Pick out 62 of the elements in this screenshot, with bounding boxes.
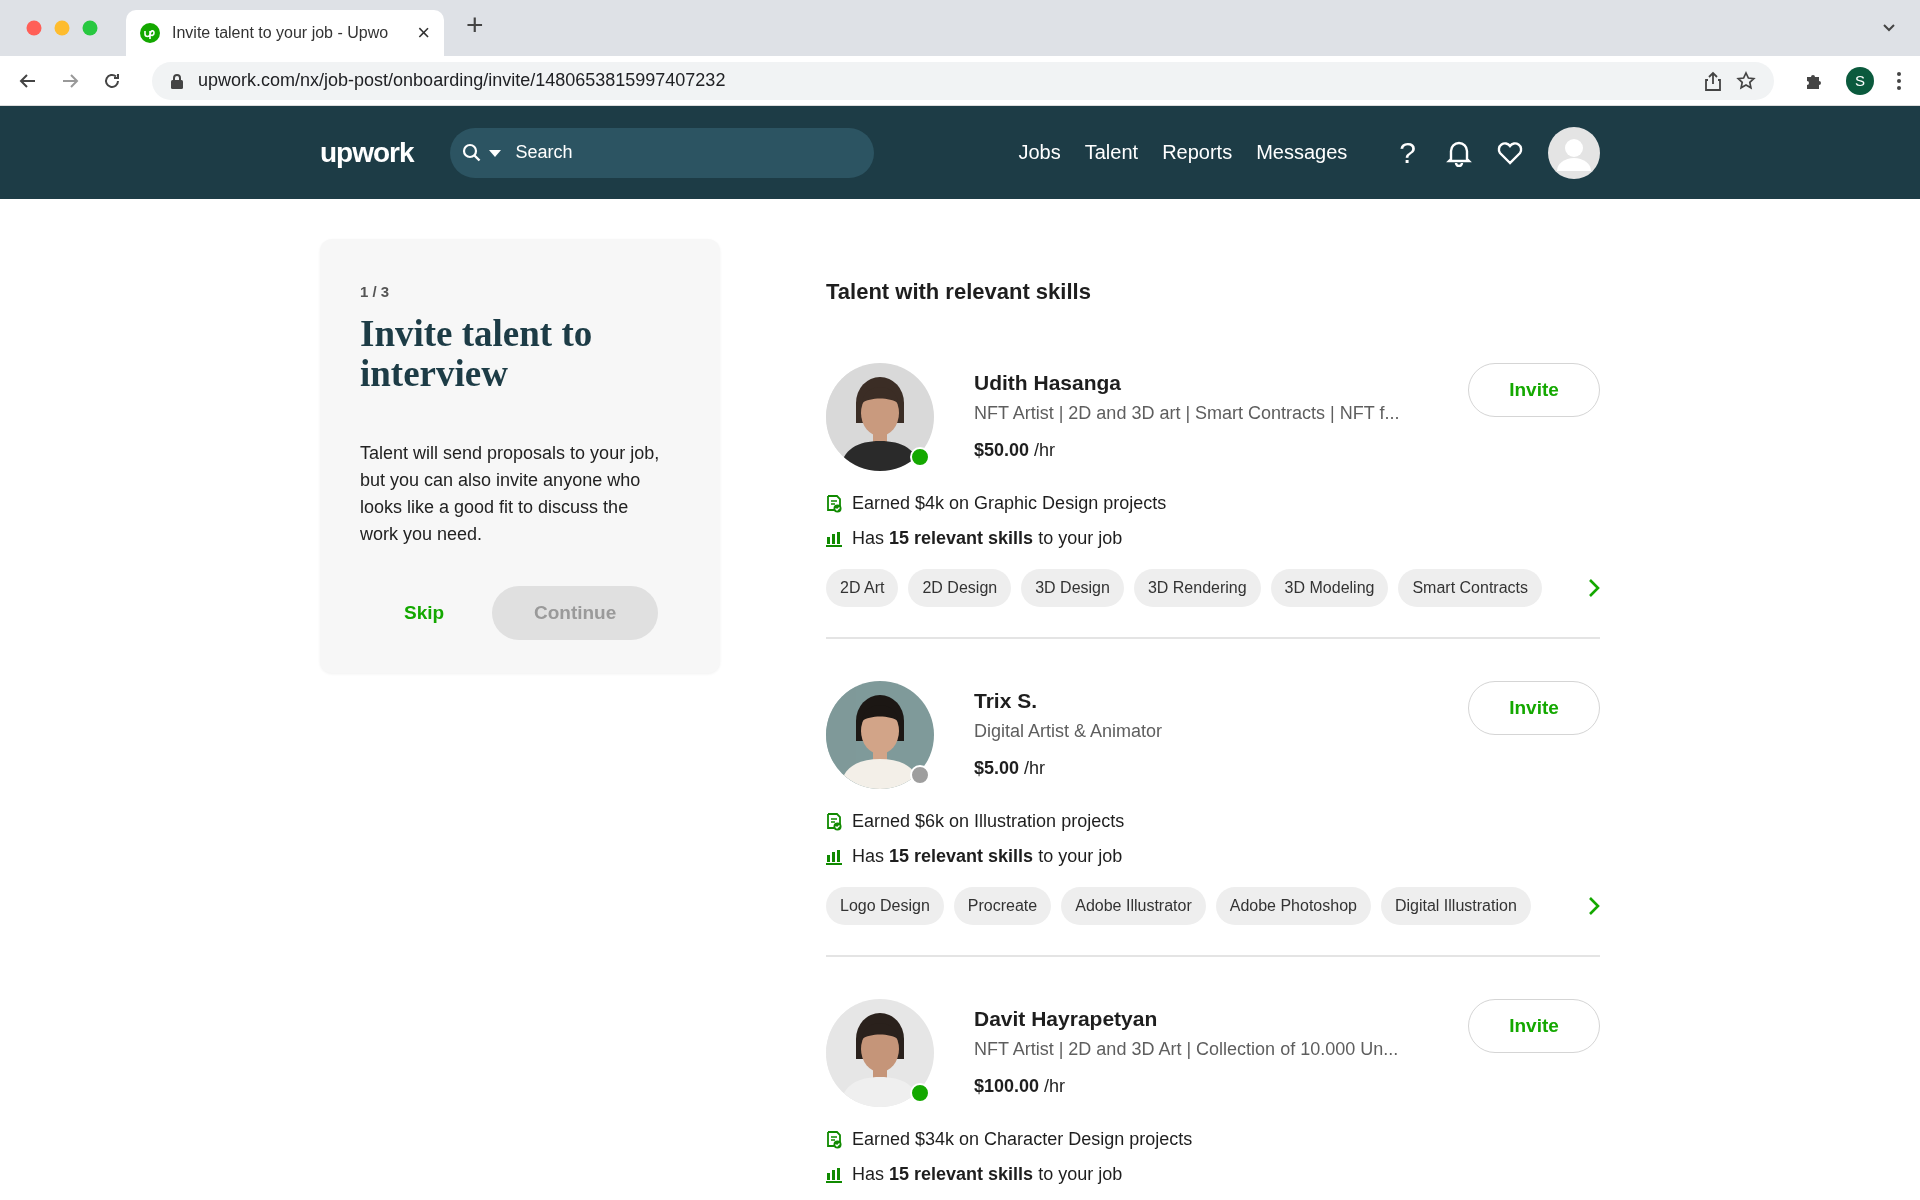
skill-tag[interactable]: Procreate xyxy=(953,887,1052,925)
search-icon[interactable] xyxy=(461,142,482,163)
nav-link[interactable]: Jobs xyxy=(1018,141,1061,164)
skill-tag[interactable]: 2D Design xyxy=(908,569,1012,607)
skill-tag[interactable]: Digital Illustration xyxy=(1380,887,1531,925)
bar-chart-icon xyxy=(826,848,842,865)
caret-icon[interactable] xyxy=(487,147,502,158)
skills-text: Has 15 relevant skills to your job xyxy=(852,1164,1123,1185)
skill-tag[interactable]: 3D Design xyxy=(1021,569,1124,607)
document-check-icon xyxy=(826,812,842,831)
talent-name[interactable]: Trix S. xyxy=(974,689,1468,713)
more-menu-icon[interactable] xyxy=(1896,70,1902,91)
nav-link[interactable]: Talent xyxy=(1084,141,1139,164)
favicon-icon xyxy=(140,23,160,43)
talent-title: Digital Artist & Animator xyxy=(974,721,1164,742)
search-field[interactable]: Search xyxy=(449,127,874,178)
browser-tab[interactable]: Invite talent to your job - Upwo × xyxy=(126,10,444,56)
page-title: Invite talent to interview xyxy=(360,314,594,394)
skill-tag[interactable]: Logo Design xyxy=(826,887,944,925)
lock-icon xyxy=(170,72,184,89)
nav-link[interactable]: Reports xyxy=(1162,141,1233,164)
document-check-icon xyxy=(826,494,842,513)
talent-title: NFT Artist | 2D and 3D Art | Collection of 10.000 Un... xyxy=(974,1039,1400,1060)
help-button[interactable]: ? xyxy=(1399,135,1416,170)
step-counter: 1 / 3 xyxy=(360,283,391,300)
hourly-rate: $5.00 /hr xyxy=(974,758,1047,779)
upwork-logo[interactable]: upwork xyxy=(320,136,414,169)
skill-tag[interactable]: 3D Modeling xyxy=(1270,569,1389,607)
earnings-text: Earned $34k on Character Design projects xyxy=(852,1129,1193,1150)
talent-name[interactable]: Udith Hasanga xyxy=(974,371,1468,395)
earnings-text: Earned $4k on Graphic Design projects xyxy=(852,493,1167,514)
hourly-rate: $100.00 /hr xyxy=(974,1076,1067,1097)
section-heading: Talent with relevant skills xyxy=(826,279,1092,305)
talent-title: NFT Artist | 2D and 3D art | Smart Contracts | NFT f... xyxy=(974,403,1401,424)
chevron-right-icon[interactable] xyxy=(1588,578,1600,598)
address-bar[interactable]: upwork.com/nx/job-post/onboarding/invite/1480653815997407232 xyxy=(152,61,1774,100)
heart-icon[interactable] xyxy=(1496,139,1524,166)
new-tab-button[interactable]: + xyxy=(466,8,484,42)
chevron-down-icon[interactable] xyxy=(1882,23,1896,33)
bookmark-star-icon[interactable] xyxy=(1736,70,1756,91)
close-tab-button[interactable]: × xyxy=(417,20,430,46)
description: Talent will send proposals to your job, but you can also invite anyone who looks like a good fit to discuss the work you need. xyxy=(360,442,661,546)
bar-chart-icon xyxy=(826,530,842,547)
skill-tag[interactable]: Smart Contracts xyxy=(1398,569,1543,607)
skills-text: Has 15 relevant skills to your job xyxy=(852,846,1123,867)
earnings-text: Earned $6k on Illustration projects xyxy=(852,811,1125,832)
skills-text: Has 15 relevant skills to your job xyxy=(852,528,1123,549)
skill-tag[interactable]: Adobe Photoshop xyxy=(1215,887,1371,925)
nav-link[interactable]: Messages xyxy=(1256,141,1348,164)
profile-avatar[interactable]: S xyxy=(1846,66,1874,95)
hourly-rate: $50.00 /hr xyxy=(974,440,1057,461)
document-check-icon xyxy=(826,1130,842,1149)
tab-title: Invite talent to your job - Upwo xyxy=(172,24,390,42)
skill-tag[interactable]: 3D Rendering xyxy=(1133,569,1261,607)
url-text: upwork.com/nx/job-post/onboarding/invite/1480653815997407232 xyxy=(198,70,726,91)
bar-chart-icon xyxy=(826,1166,842,1183)
skill-tag[interactable]: 2D Art xyxy=(826,569,899,607)
user-avatar-icon[interactable] xyxy=(1548,126,1600,179)
chevron-right-icon[interactable] xyxy=(1588,896,1600,916)
share-icon[interactable] xyxy=(1704,70,1722,91)
skill-tag[interactable]: Adobe Illustrator xyxy=(1061,887,1206,925)
talent-name[interactable]: Davit Hayrapetyan xyxy=(974,1007,1468,1031)
